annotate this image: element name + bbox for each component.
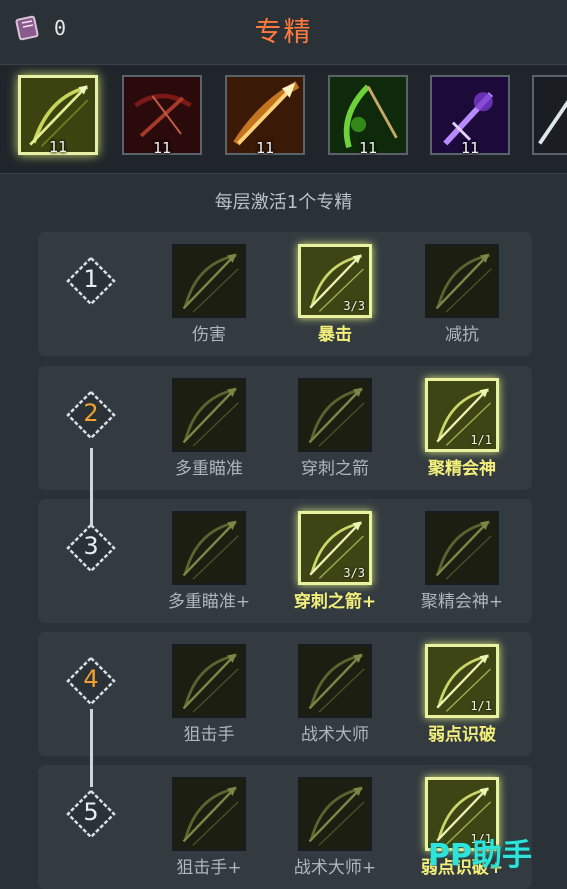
skill-tile[interactable] <box>298 644 372 718</box>
tier-number-badge: 1 <box>66 256 116 306</box>
skill-tile[interactable] <box>172 644 246 718</box>
tier-hint: 每层激活1个专精 <box>214 192 353 213</box>
skill-rank: 3/3 <box>343 299 365 313</box>
weapon-slot-arcane-blade[interactable]: 11 <box>430 75 510 157</box>
skill-label: 穿刺之箭 <box>301 459 369 479</box>
weapon-slot-fire-arrow[interactable]: 11 <box>225 75 305 157</box>
bow-arrow-icon <box>174 779 244 849</box>
weapon-level: 11 <box>358 139 378 157</box>
skill-label: 减抗 <box>445 325 479 345</box>
weapon-slot-nature-bow[interactable]: 11 <box>328 75 408 157</box>
bow-arrow-icon <box>300 646 370 716</box>
skill-rank: 1/1 <box>470 699 492 713</box>
skill-tile[interactable] <box>298 378 372 452</box>
skill-label: 聚精会神+ <box>420 592 504 612</box>
blade-icon <box>534 77 567 153</box>
skill-label: 狙击手 <box>183 725 235 745</box>
bow-arrow-icon <box>174 246 244 316</box>
weapon-level: 11 <box>255 139 275 157</box>
weapon-slot-bow-spear[interactable]: 11 <box>18 75 98 156</box>
skill-tile[interactable]: 3/3 <box>298 244 372 318</box>
weapon-slot-partial[interactable] <box>532 75 567 155</box>
weapon-slot-crossbow[interactable]: 11 <box>122 75 202 157</box>
header: 0 专精 <box>0 0 567 60</box>
bow-arrow-icon <box>174 380 244 450</box>
weapon-level: 11 <box>460 139 480 157</box>
tier-number-badge: 3 <box>66 523 116 573</box>
watermark: PP助手 <box>428 838 532 873</box>
bow-arrow-icon <box>300 380 370 450</box>
tier-number: 4 <box>83 665 99 693</box>
skill-label: 战术大师 <box>301 725 369 745</box>
skill-label: 多重瞄准+ <box>167 592 251 612</box>
tier-number-badge: 2 <box>66 390 116 440</box>
skill-label: 多重瞄准 <box>175 459 243 479</box>
skill-tile[interactable] <box>172 244 246 318</box>
tier-number-badge: 4 <box>66 656 116 706</box>
bow-arrow-icon <box>427 246 497 316</box>
tier-number: 2 <box>83 399 99 427</box>
weapon-level: 11 <box>152 139 172 157</box>
skill-tile[interactable] <box>172 378 246 452</box>
skill-tile[interactable]: 1/1 <box>425 644 499 718</box>
skill-label: 弱点识破 <box>428 725 496 745</box>
skill-label: 战术大师+ <box>293 858 377 878</box>
skill-label: 狙击手+ <box>176 858 242 878</box>
skill-label: 暴击 <box>318 325 352 345</box>
tier-number: 1 <box>83 265 99 293</box>
skill-tile[interactable] <box>425 511 499 585</box>
skill-tile[interactable] <box>172 777 246 851</box>
skill-rank: 1/1 <box>470 433 492 447</box>
bow-arrow-icon <box>174 646 244 716</box>
weapon-level: 11 <box>48 138 68 156</box>
bow-arrow-icon <box>427 513 497 583</box>
skill-tile[interactable]: 3/3 <box>298 511 372 585</box>
bow-arrow-icon <box>174 513 244 583</box>
skill-tile[interactable]: 1/1 <box>425 378 499 452</box>
tier-number-badge: 5 <box>66 789 116 839</box>
tier-connector-4-5 <box>90 709 93 787</box>
skill-label: 聚精会神 <box>428 459 496 479</box>
skill-rank: 3/3 <box>343 566 365 580</box>
skill-tile[interactable] <box>425 244 499 318</box>
tier-connector-2-3 <box>90 448 93 526</box>
tier-number: 5 <box>83 798 99 826</box>
skill-tile[interactable] <box>172 511 246 585</box>
page-title: 专精 <box>254 17 313 48</box>
bow-arrow-icon <box>300 779 370 849</box>
skill-tile[interactable] <box>298 777 372 851</box>
tier-number: 3 <box>83 532 99 560</box>
weapon-selector: 11 11 11 11 11 <box>0 64 567 174</box>
skill-label: 穿刺之箭+ <box>293 592 377 612</box>
skill-label: 伤害 <box>192 325 226 345</box>
